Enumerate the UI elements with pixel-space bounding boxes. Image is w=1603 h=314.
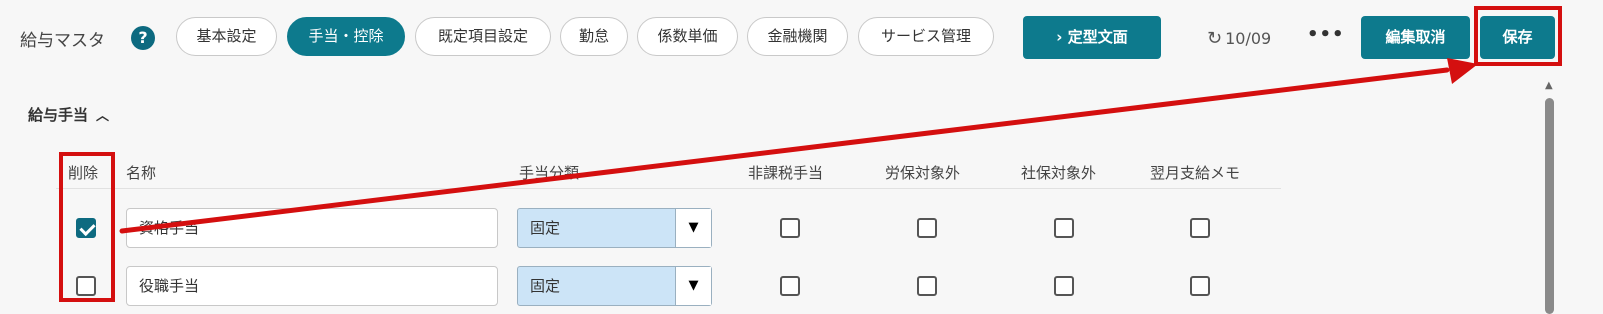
tab-allowance-deduction[interactable]: 手当・控除 (287, 17, 405, 56)
labor-insurance-excluded-checkbox[interactable] (917, 218, 937, 238)
top-bar: 給与マスタ ? 基本設定 手当・控除 既定項目設定 勤怠 係数単価 金融機関 サ… (0, 0, 1603, 76)
history[interactable]: ↻ 10/09 (1207, 28, 1271, 49)
section-title[interactable]: 給与手当 ︿ (28, 104, 109, 125)
more-options-icon[interactable]: ••• (1307, 24, 1345, 45)
non-taxable-checkbox[interactable] (780, 218, 800, 238)
labor-insurance-excluded-checkbox[interactable] (917, 276, 937, 296)
column-header-labor-insurance-excluded: 労保対象外 (885, 164, 961, 182)
cancel-edit-button[interactable]: 編集取消 (1361, 16, 1470, 59)
dropdown-arrow-icon[interactable]: ▼ (675, 267, 711, 305)
help-icon[interactable]: ? (131, 26, 155, 50)
scroll-up-arrow-icon[interactable]: ▲ (1545, 80, 1553, 91)
page-title: 給与マスタ (20, 31, 105, 51)
name-input[interactable]: 資格手当 (126, 208, 498, 248)
tab-default-items[interactable]: 既定項目設定 (415, 17, 551, 56)
column-header-social-insurance-excluded: 社保対象外 (1021, 164, 1097, 182)
vertical-scrollbar[interactable]: ▲ (1541, 76, 1559, 314)
history-clock-icon: ↻ (1207, 28, 1223, 49)
category-select[interactable]: 固定 ▼ (517, 208, 712, 248)
next-month-memo-checkbox[interactable] (1190, 276, 1210, 296)
category-select[interactable]: 固定 ▼ (517, 266, 712, 306)
tab-attendance[interactable]: 勤怠 (560, 17, 628, 56)
social-insurance-excluded-checkbox[interactable] (1054, 218, 1074, 238)
column-header-next-month-memo: 翌月支給メモ (1150, 164, 1241, 182)
tab-financial-institution[interactable]: 金融機関 (747, 17, 848, 56)
social-insurance-excluded-checkbox[interactable] (1054, 276, 1074, 296)
dropdown-arrow-icon[interactable]: ▼ (675, 209, 711, 247)
category-select-value: 固定 (530, 219, 561, 237)
name-input[interactable]: 役職手当 (126, 266, 498, 306)
section-title-label: 給与手当 (28, 106, 89, 124)
non-taxable-checkbox[interactable] (780, 276, 800, 296)
column-header-category: 手当分類 (519, 164, 580, 182)
column-header-name: 名称 (126, 164, 157, 182)
chevron-up-icon[interactable]: ︿ (96, 105, 109, 124)
annotation-box-delete-column (59, 152, 115, 302)
column-header-non-taxable: 非課税手当 (748, 164, 824, 182)
category-select-value: 固定 (530, 277, 561, 295)
scroll-thumb[interactable] (1545, 98, 1554, 314)
tab-service-management[interactable]: サービス管理 (858, 17, 994, 56)
annotation-arrow-line (119, 67, 1450, 234)
next-month-memo-checkbox[interactable] (1190, 218, 1210, 238)
tab-coefficient-unit-price[interactable]: 係数単価 (637, 17, 738, 56)
table-header-divider (56, 188, 1281, 189)
template-text-button[interactable]: › 定型文面 (1023, 16, 1161, 59)
tab-basic-settings[interactable]: 基本設定 (176, 17, 277, 56)
history-date: 10/09 (1225, 29, 1272, 48)
annotation-box-save-button (1474, 6, 1562, 66)
